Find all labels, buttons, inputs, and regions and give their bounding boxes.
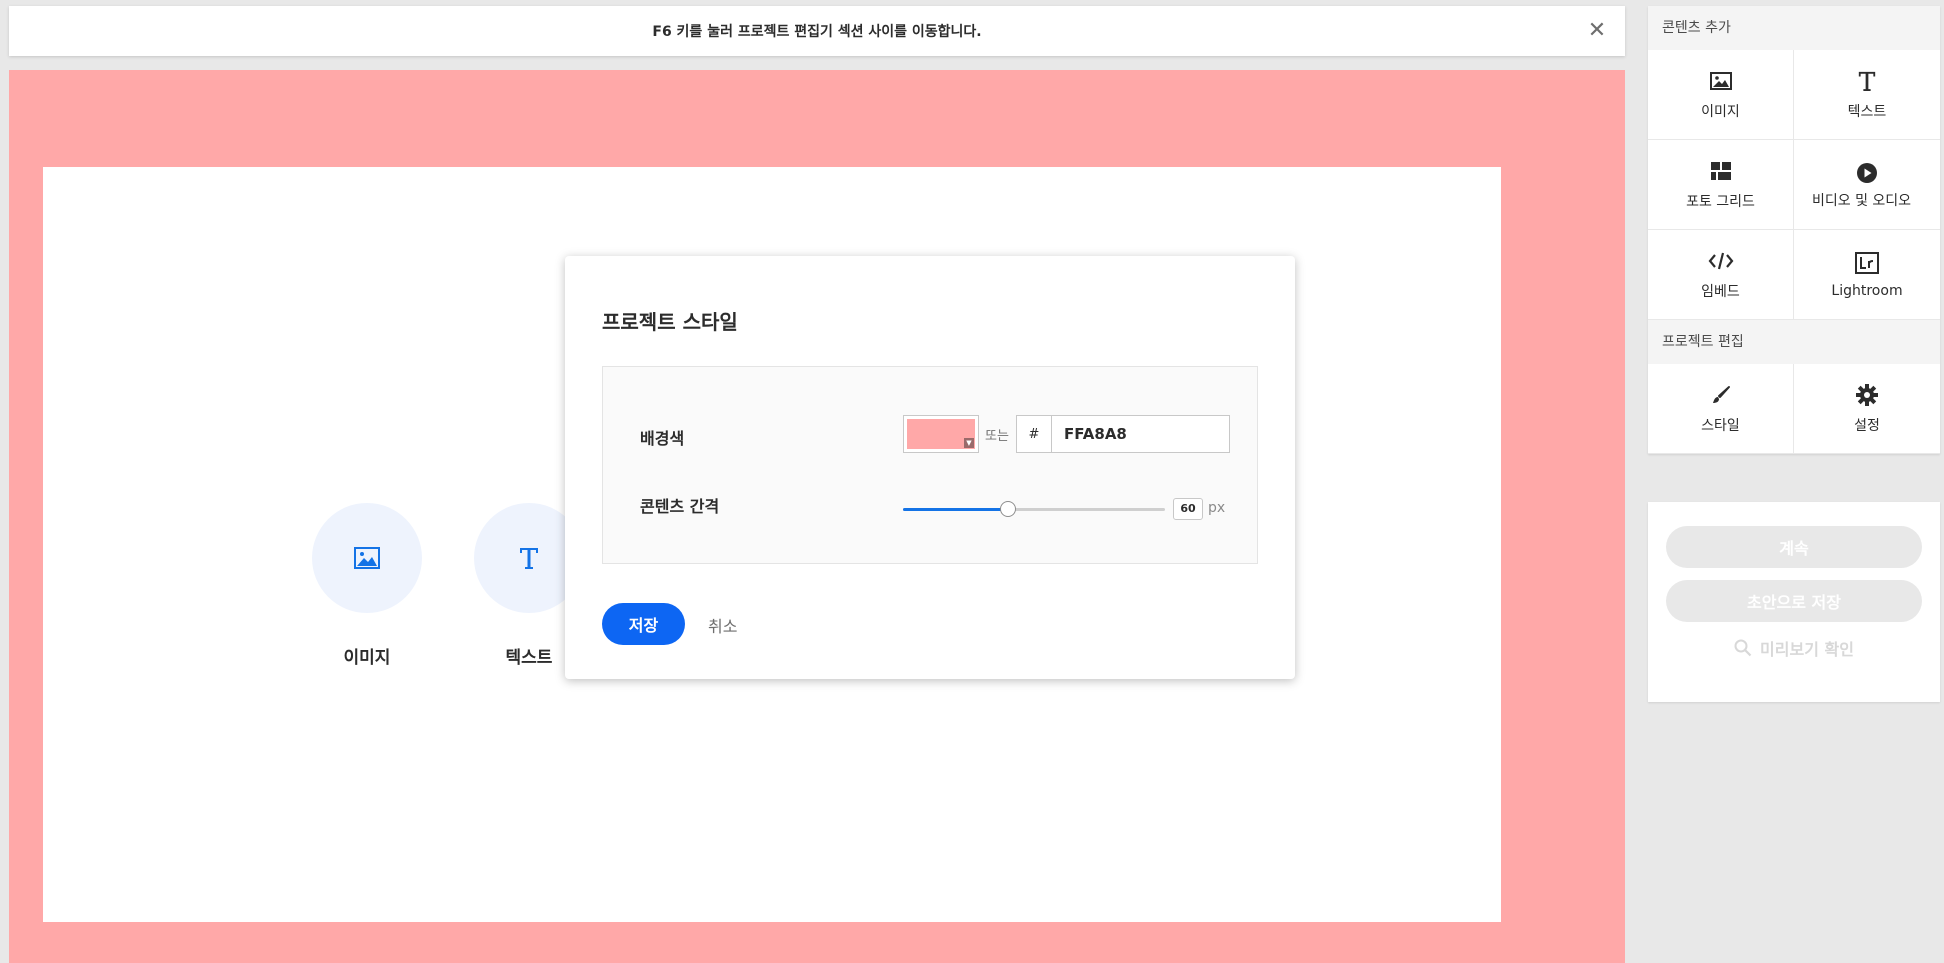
save-button[interactable]: 저장 bbox=[602, 603, 685, 645]
text-icon bbox=[520, 548, 538, 569]
close-icon[interactable]: ✕ bbox=[1585, 19, 1609, 43]
hash-label: # bbox=[1017, 416, 1052, 452]
cancel-button[interactable]: 취소 bbox=[708, 613, 737, 637]
project-style-dialog: 프로젝트 스타일 배경색 ▼ 또는 # FFA8A8 콘텐츠 간격 60 px … bbox=[565, 256, 1295, 679]
background-color-label: 배경색 bbox=[640, 429, 685, 448]
add-lightroom-tile[interactable]: Lightroom bbox=[1794, 230, 1940, 320]
add-content-grid: 이미지 텍스트 포토 그리드 비디오 및 오디오 임베드 Lightroom bbox=[1648, 50, 1940, 320]
keyboard-hint-bar: F6 키를 눌러 프로젝트 편집기 섹션 사이를 이동합니다. ✕ bbox=[9, 6, 1625, 56]
edit-project-grid: 스타일 설정 bbox=[1648, 364, 1940, 454]
chevron-down-icon: ▼ bbox=[964, 438, 974, 448]
add-embed-tile[interactable]: 임베드 bbox=[1648, 230, 1794, 320]
save-draft-button[interactable]: 초안으로 저장 bbox=[1666, 580, 1922, 622]
keyboard-hint-text: F6 키를 눌러 프로젝트 편집기 섹션 사이를 이동합니다. bbox=[652, 24, 982, 40]
or-text: 또는 bbox=[985, 429, 1009, 444]
edit-project-title: 프로젝트 편집 bbox=[1648, 320, 1940, 364]
color-swatch-fill: ▼ bbox=[907, 419, 975, 449]
gear-icon bbox=[1856, 383, 1878, 406]
settings-label: 설정 bbox=[1854, 417, 1880, 434]
content-spacing-unit: px bbox=[1208, 500, 1226, 516]
add-video-audio-tile[interactable]: 비디오 및 오디오 bbox=[1794, 140, 1940, 230]
slider-thumb[interactable] bbox=[999, 501, 1016, 517]
dialog-title: 프로젝트 스타일 bbox=[602, 310, 738, 334]
publish-actions-panel: 계속 초안으로 저장 미리보기 확인 bbox=[1648, 502, 1940, 702]
image-icon bbox=[354, 547, 380, 569]
embed-code-icon bbox=[1708, 252, 1733, 269]
style-tile[interactable]: 스타일 bbox=[1648, 364, 1794, 454]
slider-fill bbox=[903, 508, 1008, 511]
brush-icon bbox=[1712, 385, 1730, 403]
hex-color-field[interactable]: # FFA8A8 bbox=[1016, 415, 1230, 453]
search-icon bbox=[1734, 639, 1752, 657]
start-image-button[interactable] bbox=[312, 503, 422, 613]
preview-link[interactable]: 미리보기 확인 bbox=[1648, 636, 1940, 660]
add-text-tile[interactable]: 텍스트 bbox=[1794, 50, 1940, 140]
settings-tile[interactable]: 설정 bbox=[1794, 364, 1940, 454]
image-icon bbox=[1709, 71, 1732, 90]
play-icon bbox=[1857, 162, 1877, 183]
photo-grid-icon bbox=[1710, 161, 1731, 180]
add-embed-label: 임베드 bbox=[1701, 283, 1740, 300]
add-image-label: 이미지 bbox=[1701, 103, 1740, 120]
continue-button[interactable]: 계속 bbox=[1666, 526, 1922, 568]
add-image-tile[interactable]: 이미지 bbox=[1648, 50, 1794, 140]
sidebar-panel: 콘텐츠 추가 이미지 텍스트 포토 그리드 비디오 및 오디오 임베드 Ligh… bbox=[1648, 6, 1940, 454]
style-label: 스타일 bbox=[1701, 417, 1740, 434]
hex-color-input[interactable]: FFA8A8 bbox=[1052, 425, 1127, 443]
content-spacing-slider[interactable] bbox=[903, 500, 1165, 520]
style-settings-panel: 배경색 ▼ 또는 # FFA8A8 콘텐츠 간격 60 px bbox=[602, 366, 1258, 564]
preview-label: 미리보기 확인 bbox=[1760, 640, 1854, 659]
add-lightroom-label: Lightroom bbox=[1831, 282, 1903, 299]
background-color-swatch[interactable]: ▼ bbox=[903, 415, 979, 453]
content-spacing-value[interactable]: 60 bbox=[1173, 498, 1203, 520]
lightroom-icon bbox=[1855, 251, 1879, 274]
add-content-title: 콘텐츠 추가 bbox=[1648, 6, 1940, 50]
start-image-item[interactable]: 이미지 bbox=[312, 503, 422, 668]
add-photo-grid-tile[interactable]: 포토 그리드 bbox=[1648, 140, 1794, 230]
content-spacing-label: 콘텐츠 간격 bbox=[640, 497, 720, 516]
add-text-label: 텍스트 bbox=[1847, 103, 1887, 120]
add-video-audio-label: 비디오 및 오디오 bbox=[1812, 192, 1912, 209]
start-image-label: 이미지 bbox=[343, 648, 391, 668]
add-photo-grid-label: 포토 그리드 bbox=[1686, 193, 1755, 210]
text-icon bbox=[1858, 71, 1876, 91]
